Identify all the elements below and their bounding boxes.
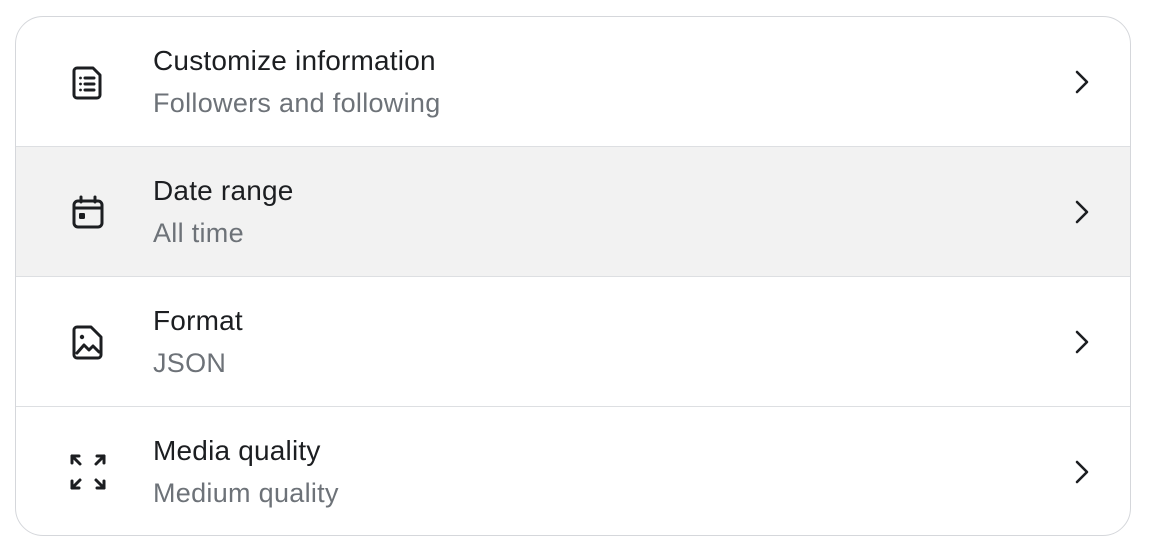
chevron-right-icon <box>1070 328 1094 356</box>
settings-row-format[interactable]: Format JSON <box>16 277 1130 407</box>
settings-row-text: Customize information Followers and foll… <box>153 44 441 120</box>
expand-icon <box>68 452 108 492</box>
settings-row-title: Customize information <box>153 44 436 76</box>
settings-row-customize-information[interactable]: Customize information Followers and foll… <box>16 17 1130 147</box>
settings-row-subtitle: Medium quality <box>153 478 339 508</box>
settings-row-subtitle: All time <box>153 217 244 248</box>
document-list-icon <box>68 62 108 102</box>
chevron-right-icon <box>1070 198 1094 226</box>
settings-row-title: Format <box>153 304 243 336</box>
settings-row-subtitle: JSON <box>153 347 227 378</box>
chevron-right-icon <box>1070 68 1094 96</box>
chevron-right-icon <box>1070 458 1094 486</box>
settings-row-text: Media quality Medium quality <box>153 434 339 510</box>
settings-row-title: Media quality <box>153 435 321 466</box>
settings-row-subtitle: Followers and following <box>153 87 441 118</box>
settings-row-text: Date range All time <box>153 174 294 250</box>
image-file-icon <box>68 322 108 362</box>
settings-row-date-range[interactable]: Date range All time <box>16 147 1130 277</box>
settings-row-media-quality[interactable]: Media quality Medium quality <box>16 407 1130 535</box>
export-settings-card: Customize information Followers and foll… <box>15 16 1131 536</box>
settings-row-title: Date range <box>153 174 294 206</box>
settings-row-text: Format JSON <box>153 304 243 380</box>
calendar-icon <box>68 192 108 232</box>
